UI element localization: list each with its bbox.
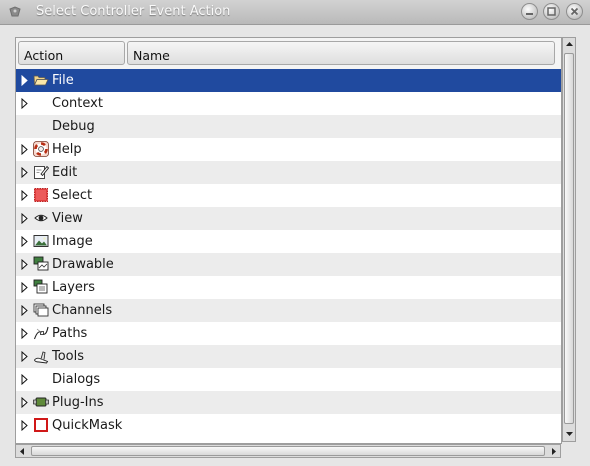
expander-arrow-icon[interactable] [21, 98, 28, 109]
tree-row-label: Help [52, 142, 82, 157]
tree-row-paths[interactable]: Paths [16, 322, 561, 345]
tools-icon [34, 351, 49, 364]
column-header-bar: Action Name [16, 38, 561, 69]
horizontal-scrollbar[interactable] [15, 444, 561, 458]
expander-arrow-icon[interactable] [21, 75, 28, 86]
tree-row-label: Drawable [52, 257, 114, 272]
column-header-action[interactable]: Action [18, 41, 125, 65]
quickmask-icon [34, 418, 48, 432]
vertical-scrollbar[interactable] [562, 37, 576, 442]
image-icon [33, 235, 49, 247]
tree-row-label: Image [52, 234, 93, 249]
tree-row-label: Debug [52, 119, 95, 134]
folder-open-icon [33, 75, 49, 86]
tree-row-label: Context [52, 96, 103, 111]
tree-row-label: Tools [52, 349, 85, 364]
tree-row-select[interactable]: Select [16, 184, 561, 207]
column-header-name[interactable]: Name [127, 41, 555, 65]
expander-arrow-icon[interactable] [21, 282, 28, 293]
drawable-icon [33, 256, 49, 271]
tree-row-image[interactable]: Image [16, 230, 561, 253]
layers-icon [33, 279, 48, 294]
expander-arrow-icon[interactable] [21, 328, 28, 339]
tree-row-channels[interactable]: Channels [16, 299, 561, 322]
tree-row-layers[interactable]: Layers [16, 276, 561, 299]
tree-row-label: Layers [52, 280, 96, 295]
tree-row-tools[interactable]: Tools [16, 345, 561, 368]
close-icon [570, 7, 579, 16]
expander-arrow-icon[interactable] [21, 167, 28, 178]
eye-icon [34, 214, 48, 222]
vertical-scroll-thumb[interactable] [564, 53, 574, 424]
tree-row-label: Paths [52, 326, 88, 341]
maximize-icon [547, 7, 556, 16]
scroll-up-icon[interactable] [565, 40, 574, 49]
scroll-right-icon[interactable] [549, 447, 558, 456]
tree-row-debug[interactable]: Debug [16, 115, 561, 138]
action-tree-view[interactable]: Action Name File Context Debug Help Edit Sele… [15, 37, 562, 444]
expander-arrow-icon[interactable] [21, 213, 28, 224]
tree-row-file[interactable]: File [16, 69, 561, 92]
tree-row-quickmask[interactable]: QuickMask [16, 414, 561, 437]
expander-arrow-icon[interactable] [21, 397, 28, 408]
tree-row-view[interactable]: View [16, 207, 561, 230]
select-icon [34, 188, 48, 202]
horizontal-scroll-thumb[interactable] [31, 446, 545, 456]
plugins-icon [33, 397, 49, 407]
tree-row-dialogs[interactable]: Dialogs [16, 368, 561, 391]
expander-arrow-icon[interactable] [21, 190, 28, 201]
tree-row-label: View [52, 211, 83, 226]
minimize-icon [526, 13, 533, 15]
minimize-button[interactable] [521, 3, 538, 20]
expander-arrow-icon[interactable] [21, 144, 28, 155]
expander-arrow-icon[interactable] [21, 259, 28, 270]
tree-row-drawable[interactable]: Drawable [16, 253, 561, 276]
help-lifebuoy-icon [33, 141, 49, 157]
tree-row-label: Plug-Ins [52, 395, 104, 410]
tree-row-plug-ins[interactable]: Plug-Ins [16, 391, 561, 414]
tree-rows: File Context Debug Help Edit Select View Image D… [16, 69, 561, 437]
tree-row-label: Select [52, 188, 93, 203]
tree-row-help[interactable]: Help [16, 138, 561, 161]
expander-arrow-icon[interactable] [21, 374, 28, 385]
window-title: Select Controller Event Action [36, 4, 231, 19]
tree-row-label: Channels [52, 303, 113, 318]
title-bar[interactable]: Select Controller Event Action [0, 0, 590, 25]
tree-row-label: File [52, 73, 74, 88]
tree-row-label: Dialogs [52, 372, 101, 387]
expander-arrow-icon[interactable] [21, 351, 28, 362]
channels-icon [33, 303, 49, 317]
app-menu-icon[interactable] [8, 5, 22, 19]
expander-arrow-icon[interactable] [21, 420, 28, 431]
scroll-down-icon[interactable] [565, 429, 574, 438]
scroll-left-icon[interactable] [18, 447, 27, 456]
tree-row-context[interactable]: Context [16, 92, 561, 115]
close-button[interactable] [566, 3, 583, 20]
tree-row-edit[interactable]: Edit [16, 161, 561, 184]
expander-arrow-icon[interactable] [21, 236, 28, 247]
tree-row-label: Edit [52, 165, 78, 180]
edit-icon [34, 165, 49, 179]
expander-arrow-icon[interactable] [21, 305, 28, 316]
maximize-button[interactable] [543, 3, 560, 20]
tree-row-label: QuickMask [52, 418, 123, 433]
paths-icon [33, 326, 49, 340]
